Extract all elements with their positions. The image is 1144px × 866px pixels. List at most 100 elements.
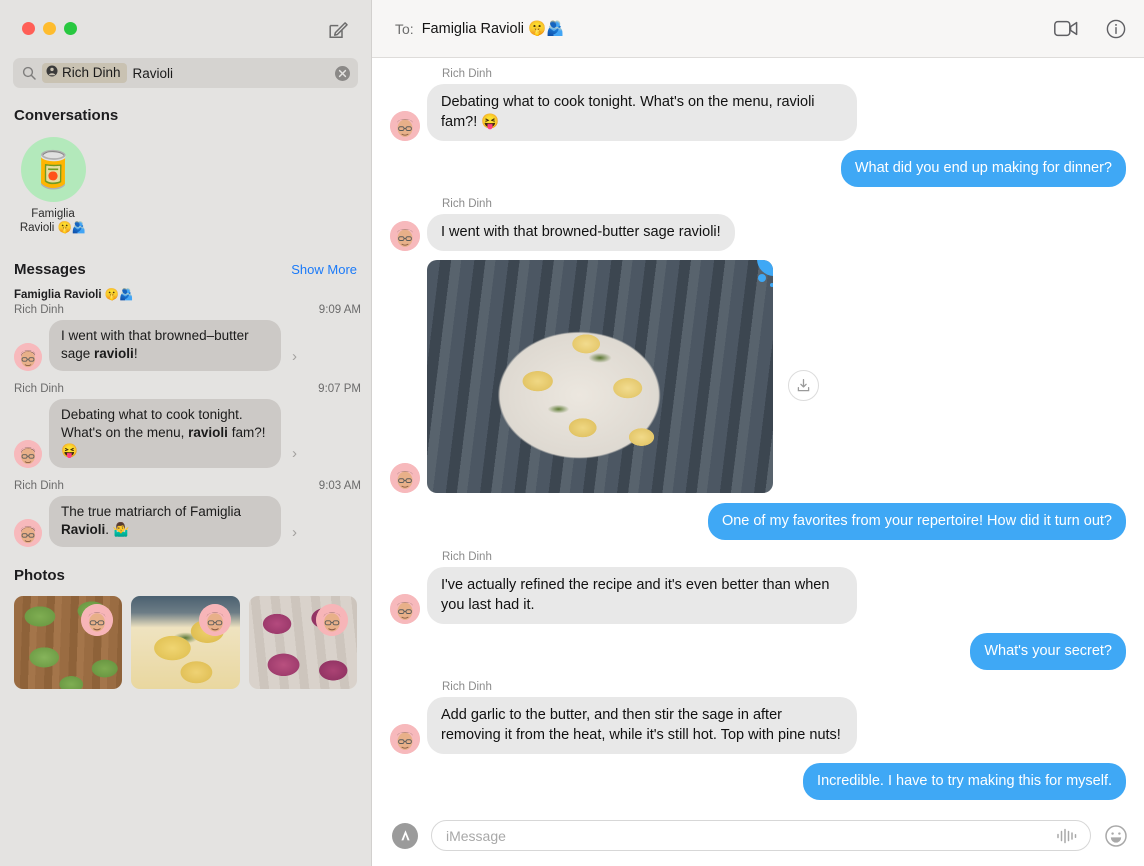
message-row-incoming: Debating what to cook tonight. What's on…: [390, 84, 1126, 141]
result-text-pre: I went with that browned–butter sage: [61, 328, 249, 361]
show-more-link[interactable]: Show More: [291, 262, 357, 277]
memoji-icon: [390, 111, 420, 141]
result-text: The true matriarch of Famiglia Ravioli. …: [49, 496, 281, 547]
search-query-text: Ravioli: [132, 65, 174, 81]
search-input[interactable]: Rich Dinh Ravioli: [13, 58, 358, 88]
photos-title: Photos: [14, 567, 65, 584]
message-row-incoming: I've actually refined the recipe and it'…: [390, 567, 1126, 624]
message-bubble[interactable]: What did you end up making for dinner?: [840, 150, 1132, 187]
search-token-label: Rich Dinh: [62, 65, 121, 80]
memoji-icon: [390, 221, 420, 251]
tapback-heart-icon[interactable]: [757, 260, 773, 287]
result-time: 9:09 AM: [318, 304, 361, 316]
zoom-button[interactable]: [64, 22, 77, 35]
message-row-outgoing: What's your secret?: [390, 633, 1131, 670]
avatar: [390, 463, 420, 493]
messages-header: Messages Show More: [0, 261, 371, 278]
imessage-input[interactable]: iMessage: [431, 820, 1091, 851]
memoji-icon: [81, 604, 114, 636]
apps-store-icon[interactable]: [392, 822, 418, 849]
photo-sender-avatar: [315, 604, 348, 636]
message-composer: iMessage: [372, 805, 1144, 866]
clear-search-icon[interactable]: [335, 65, 350, 81]
result-text-match: ravioli: [188, 425, 228, 440]
message-bubble[interactable]: Incredible. I have to try making this fo…: [803, 763, 1131, 800]
message-result-row[interactable]: Famiglia Ravioli 🤫🫂 Rich Dinh 9:09 AM I …: [0, 288, 371, 371]
message-bubble[interactable]: I've actually refined the recipe and it'…: [422, 567, 857, 624]
photos-grid: [0, 584, 371, 689]
avatar: [390, 594, 420, 624]
result-text: I went with that browned–butter sage rav…: [49, 320, 281, 371]
message-bubble[interactable]: Add garlic to the butter, and then stir …: [422, 697, 857, 754]
person-icon: [46, 64, 58, 81]
compose-icon[interactable]: [327, 19, 349, 41]
message-result-row[interactable]: Rich Dinh 9:07 PM Debating what to cook …: [0, 382, 371, 468]
photo-thumbnail[interactable]: [14, 596, 123, 689]
minimize-button[interactable]: [43, 22, 56, 35]
message-row-incoming: Add garlic to the butter, and then stir …: [390, 697, 1126, 754]
conversations-title: Conversations: [14, 107, 119, 124]
conversation-item[interactable]: 🥫 Famiglia Ravioli 🤫🫂: [14, 137, 92, 235]
message-row-outgoing: Incredible. I have to try making this fo…: [390, 763, 1131, 800]
audio-waveform-icon[interactable]: [1056, 828, 1078, 844]
result-time: 9:03 AM: [318, 480, 361, 492]
result-group-title: Famiglia Ravioli 🤫🫂: [14, 289, 134, 301]
memoji-icon: [315, 604, 348, 636]
conversation-header: To: Famiglia Ravioli 🤫🫂: [372, 0, 1144, 58]
memoji-icon: [14, 519, 42, 547]
search-icon: [22, 66, 36, 80]
message-sender-name: Rich Dinh: [442, 198, 492, 210]
message-sender-name: Rich Dinh: [442, 68, 492, 80]
memoji-icon: [14, 440, 42, 468]
tomato-can-icon: 🥫: [30, 148, 76, 190]
emoji-picker-icon[interactable]: [1104, 824, 1128, 848]
message-bubble[interactable]: I went with that browned-butter sage rav…: [422, 214, 735, 251]
conversation-title[interactable]: Famiglia Ravioli 🤫🫂: [422, 20, 564, 37]
image-attachment[interactable]: [427, 260, 773, 493]
info-icon[interactable]: [1106, 19, 1126, 39]
photo-sender-avatar: [198, 604, 231, 636]
memoji-icon: [14, 343, 42, 371]
photo-thumbnail[interactable]: [131, 596, 240, 689]
photos-header: Photos: [0, 567, 371, 584]
result-sender: Rich Dinh: [14, 304, 64, 316]
chevron-right-icon[interactable]: ›: [288, 348, 301, 371]
conversations-header: Conversations: [0, 107, 371, 124]
memoji-icon: [390, 594, 420, 624]
avatar: [14, 519, 42, 547]
avatar: [390, 221, 420, 251]
conversation-avatar: 🥫: [20, 137, 86, 202]
message-sender-name: Rich Dinh: [442, 681, 492, 693]
messages-section: Messages Show More Famiglia Ravioli 🤫🫂 R…: [0, 261, 371, 547]
conversations-list: 🥫 Famiglia Ravioli 🤫🫂: [0, 124, 371, 235]
search-token-contact[interactable]: Rich Dinh: [42, 63, 127, 83]
avatar: [390, 111, 420, 141]
traffic-lights: [22, 22, 77, 35]
message-thread[interactable]: Rich Dinh Debating what to cook tonight.…: [372, 58, 1144, 805]
result-text-pre: The true matriarch of Famiglia: [61, 504, 242, 519]
photo-sender-avatar: [81, 604, 114, 636]
message-sender-name: Rich Dinh: [442, 551, 492, 563]
chevron-right-icon[interactable]: ›: [288, 445, 301, 468]
close-button[interactable]: [22, 22, 35, 35]
result-text-match: ravioli: [94, 346, 134, 361]
message-bubble[interactable]: What's your secret?: [970, 633, 1131, 670]
message-bubble[interactable]: One of my favorites from your repertoire…: [707, 503, 1132, 540]
to-label: To:: [395, 20, 414, 37]
message-bubble[interactable]: Debating what to cook tonight. What's on…: [422, 84, 857, 141]
conversation-pane: To: Famiglia Ravioli 🤫🫂 Rich Dinh Debati…: [371, 0, 1144, 866]
memoji-icon: [198, 604, 231, 636]
result-text-match: Ravioli: [61, 522, 106, 537]
result-sender: Rich Dinh: [14, 480, 64, 492]
imessage-placeholder: iMessage: [446, 827, 506, 844]
save-attachment-icon[interactable]: [788, 370, 819, 401]
result-sender: Rich Dinh: [14, 383, 64, 395]
result-time: 9:07 PM: [318, 383, 361, 395]
messages-results-list: Famiglia Ravioli 🤫🫂 Rich Dinh 9:09 AM I …: [0, 288, 371, 547]
result-text: Debating what to cook tonight. What's on…: [49, 399, 281, 468]
facetime-video-icon[interactable]: [1054, 20, 1078, 37]
message-result-row[interactable]: Rich Dinh 9:03 AM The true matriarch of …: [0, 479, 371, 547]
message-row-attachment: [390, 260, 1126, 493]
chevron-right-icon[interactable]: ›: [288, 524, 301, 547]
photo-thumbnail[interactable]: [248, 596, 357, 689]
